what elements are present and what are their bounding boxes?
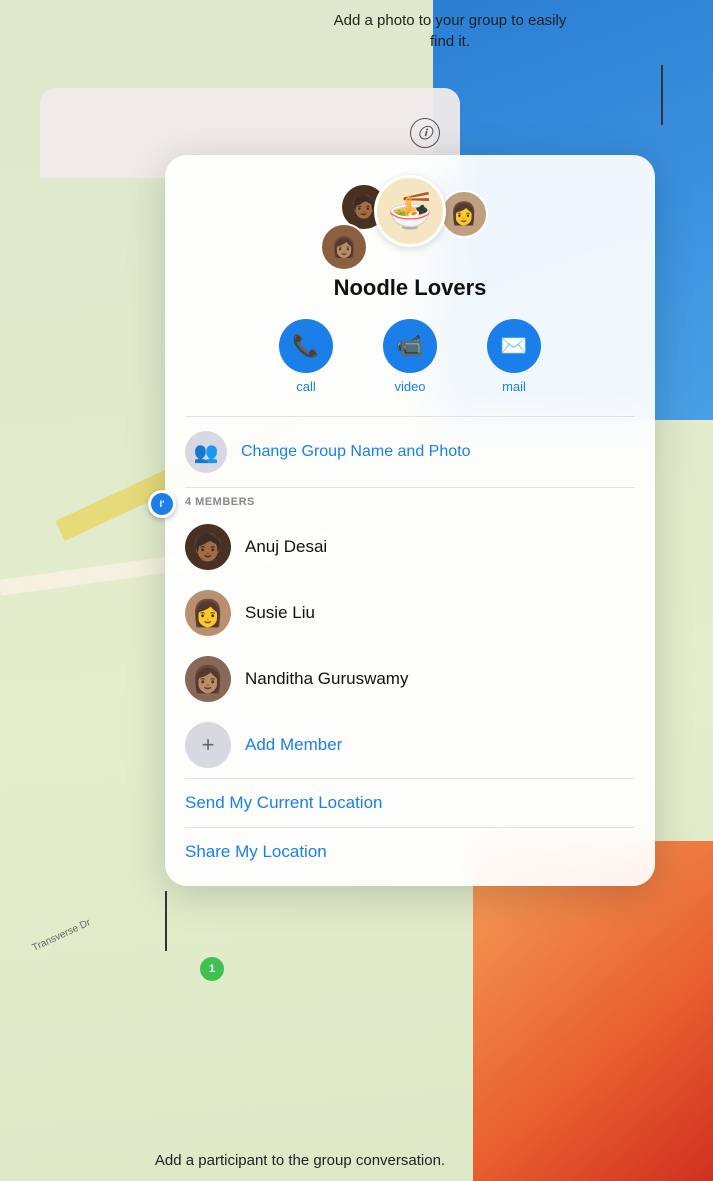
members-header: 4 MEMBERS [165, 488, 655, 514]
mail-button[interactable]: ✉️ mail [487, 319, 541, 394]
add-member-row[interactable]: + Add Member [165, 712, 655, 778]
mail-label: mail [502, 379, 526, 394]
orange-background [473, 841, 713, 1181]
share-location-label: Share My Location [185, 842, 327, 861]
member-row-anuj: 🧑🏾 Anuj Desai [165, 514, 655, 580]
annotation-line-top [661, 65, 663, 125]
video-icon-circle: 📹 [383, 319, 437, 373]
map-green-marker: 1 [200, 957, 224, 981]
call-button[interactable]: 📞 call [279, 319, 333, 394]
member-row-susie: 👩 Susie Liu [165, 580, 655, 646]
send-location-label: Send My Current Location [185, 793, 383, 812]
mail-icon-circle: ✉️ [487, 319, 541, 373]
avatar-member-2: 👩 [440, 190, 488, 238]
video-button[interactable]: 📹 video [383, 319, 437, 394]
annotation-line-bottom [165, 891, 167, 951]
member-name-anuj: Anuj Desai [245, 537, 327, 557]
video-label: video [394, 379, 425, 394]
member-row-nanditha: 👩🏽 Nanditha Guruswamy [165, 646, 655, 712]
top-annotation: Add a photo to your group to easily find… [330, 10, 570, 52]
avatar-anuj: 🧑🏾 [185, 524, 231, 570]
add-member-label: Add Member [245, 735, 342, 755]
location-dot: I' [148, 490, 176, 518]
call-label: call [296, 379, 316, 394]
avatar-nanditha: 👩🏽 [185, 656, 231, 702]
member-name-nanditha: Nanditha Guruswamy [245, 669, 408, 689]
avatar-susie: 👩 [185, 590, 231, 636]
change-group-row[interactable]: 👥 Change Group Name and Photo [165, 417, 655, 487]
send-location-row[interactable]: Send My Current Location [165, 779, 655, 827]
bottom-annotation: Add a participant to the group conversat… [140, 1150, 460, 1171]
add-member-icon: + [185, 722, 231, 768]
share-location-row[interactable]: Share My Location [165, 828, 655, 876]
member-name-susie: Susie Liu [245, 603, 315, 623]
avatar-member-3: 👩🏽 [320, 223, 368, 271]
info-icon[interactable]: ⓘ [410, 118, 440, 148]
avatar-cluster: 🧑🏾 👩 👩🏽 🍜 [165, 155, 655, 275]
location-dot-label: I' [160, 499, 165, 509]
group-name: Noodle Lovers [165, 275, 655, 301]
group-avatar-main: 🍜 [374, 175, 446, 247]
change-group-label: Change Group Name and Photo [241, 443, 470, 461]
action-buttons-row: 📞 call 📹 video ✉️ mail [165, 319, 655, 394]
group-icon: 👥 [185, 431, 227, 473]
call-icon-circle: 📞 [279, 319, 333, 373]
main-card: 🧑🏾 👩 👩🏽 🍜 Noodle Lovers 📞 call 📹 video ✉… [165, 155, 655, 886]
